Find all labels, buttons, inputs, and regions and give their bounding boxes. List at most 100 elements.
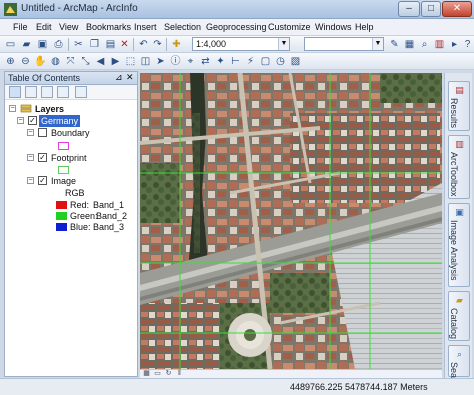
zoom-out-icon[interactable]: ⊖: [19, 55, 32, 68]
goto-xy-icon[interactable]: ✦: [214, 55, 227, 68]
side-tab-strip: ▤ Results ▥ ArcToolbox ▣ Image Analysis …: [444, 73, 472, 391]
menu-geoprocessing[interactable]: Geoprocessing: [206, 22, 267, 32]
select-element-icon[interactable]: ➤: [154, 55, 167, 68]
checkbox-image[interactable]: ✓: [38, 176, 47, 185]
boundary-symbol[interactable]: [58, 142, 69, 150]
editor-icon[interactable]: ✎: [388, 38, 401, 51]
tab-search[interactable]: ⌕ Search: [448, 345, 470, 391]
footprint-symbol[interactable]: [58, 166, 69, 174]
time-slider-icon[interactable]: ◷: [274, 55, 287, 68]
cut-icon[interactable]: ✂: [72, 38, 85, 51]
dataframe-node-germany[interactable]: − ✓ Germany: [17, 115, 137, 127]
chevron-down-icon[interactable]: ▼: [372, 38, 383, 50]
results-icon: ▤: [455, 85, 464, 95]
full-extent-icon[interactable]: ◍: [49, 55, 62, 68]
menu-bookmarks[interactable]: Bookmarks: [86, 22, 131, 32]
list-by-drawing-order-icon[interactable]: [9, 86, 21, 98]
map-view-bar: ▦ ▭ ↻ ‖: [140, 369, 442, 378]
tab-catalog[interactable]: ▰ Catalog: [448, 291, 470, 341]
green-swatch[interactable]: [56, 212, 67, 220]
menu-customize[interactable]: Customize: [268, 22, 311, 32]
red-swatch[interactable]: [56, 201, 67, 209]
clear-selection-icon[interactable]: ◫: [139, 55, 152, 68]
collapse-icon[interactable]: −: [17, 117, 24, 124]
add-data-icon[interactable]: ✚: [170, 38, 183, 51]
menu-insert[interactable]: Insert: [134, 22, 157, 32]
fixed-zoom-out-icon[interactable]: ⤡: [79, 55, 92, 68]
menu-help[interactable]: Help: [355, 22, 374, 32]
geoprocessing-combo[interactable]: ▼: [304, 37, 384, 51]
find-icon[interactable]: ⌖: [184, 55, 197, 68]
print-icon[interactable]: ⎙: [52, 38, 65, 51]
collapse-icon[interactable]: −: [27, 154, 34, 161]
redo-icon[interactable]: ↷: [151, 38, 164, 51]
measure-icon[interactable]: ⊢: [229, 55, 242, 68]
band-row-blue[interactable]: Blue: Band_3: [54, 221, 138, 233]
tab-results-label: Results: [449, 98, 459, 129]
arctoolbox-icon[interactable]: ▥: [433, 38, 446, 51]
back-icon[interactable]: ◀: [94, 55, 107, 68]
layers-node[interactable]: − Layers: [9, 103, 129, 115]
menu-view[interactable]: View: [59, 22, 78, 32]
menu-selection[interactable]: Selection: [164, 22, 201, 32]
refresh-icon[interactable]: ↻: [164, 370, 173, 378]
checkbox-footprint[interactable]: ✓: [38, 153, 47, 162]
python-icon[interactable]: ▸: [448, 38, 461, 51]
forward-icon[interactable]: ▶: [109, 55, 122, 68]
collapse-icon[interactable]: −: [27, 129, 34, 136]
pause-drawing-icon[interactable]: ‖: [175, 370, 184, 378]
menu-edit[interactable]: Edit: [36, 22, 52, 32]
minimize-button[interactable]: –: [398, 1, 420, 17]
tab-arctoolbox[interactable]: ▥ ArcToolbox: [448, 135, 470, 199]
data-view-icon[interactable]: ▦: [142, 370, 151, 378]
list-by-source-icon[interactable]: [25, 86, 37, 98]
pan-icon[interactable]: ✋: [34, 55, 47, 68]
pin-icon[interactable]: ⊿: [115, 72, 123, 83]
html-popup-icon[interactable]: ▢: [259, 55, 272, 68]
checkbox-boundary[interactable]: [38, 128, 47, 137]
undo-icon[interactable]: ↶: [137, 38, 150, 51]
layout-view-icon[interactable]: ▭: [153, 370, 162, 378]
aerial-imagery: [140, 73, 442, 369]
delete-icon[interactable]: ✕: [118, 38, 131, 51]
layer-name-footprint: Footprint: [51, 153, 87, 163]
list-by-selection-icon[interactable]: [57, 86, 69, 98]
search-icon[interactable]: ⌕: [418, 38, 431, 51]
new-icon[interactable]: ▭: [4, 38, 17, 51]
options-icon[interactable]: [75, 86, 87, 98]
close-button[interactable]: ✕: [442, 1, 472, 17]
collapse-icon[interactable]: −: [27, 177, 34, 184]
identify-icon[interactable]: ⓘ: [169, 55, 182, 68]
copy-icon[interactable]: ❐: [88, 38, 101, 51]
layer-row-footprint[interactable]: − ✓ Footprint: [27, 152, 137, 164]
chevron-down-icon[interactable]: ▼: [278, 38, 289, 50]
find-route-icon[interactable]: ⇄: [199, 55, 212, 68]
checkbox-germany[interactable]: ✓: [28, 116, 37, 125]
menu-windows[interactable]: Windows: [315, 22, 352, 32]
create-viewer-icon[interactable]: ▧: [289, 55, 302, 68]
tab-image-analysis[interactable]: ▣ Image Analysis: [448, 203, 470, 287]
open-icon[interactable]: ▰: [20, 38, 33, 51]
layer-row-boundary[interactable]: − Boundary: [27, 127, 137, 139]
help-icon[interactable]: ?: [461, 38, 474, 51]
arcmap-app-icon: [4, 3, 17, 16]
layer-row-image[interactable]: − ✓ Image: [27, 175, 137, 187]
paste-icon[interactable]: ▤: [104, 38, 117, 51]
hyperlink-icon[interactable]: ⚡: [244, 55, 257, 68]
menu-file[interactable]: File: [13, 22, 28, 32]
close-icon[interactable]: ✕: [126, 72, 134, 83]
blue-swatch[interactable]: [56, 223, 67, 231]
map-display[interactable]: [140, 73, 442, 369]
tab-results[interactable]: ▤ Results: [448, 81, 470, 131]
save-icon[interactable]: ▣: [36, 38, 49, 51]
map-scale-combo[interactable]: 1:4,000 ▼: [192, 37, 290, 51]
select-features-icon[interactable]: ⬚: [124, 55, 137, 68]
maximize-button[interactable]: □: [421, 1, 441, 17]
layers-icon: [20, 104, 32, 113]
collapse-icon[interactable]: −: [9, 105, 16, 112]
fixed-zoom-in-icon[interactable]: ⤧: [64, 55, 77, 68]
toolbox-icon: ▥: [455, 139, 464, 149]
list-by-visibility-icon[interactable]: [41, 86, 53, 98]
catalog-icon[interactable]: ▦: [403, 38, 416, 51]
zoom-in-icon[interactable]: ⊕: [4, 55, 17, 68]
